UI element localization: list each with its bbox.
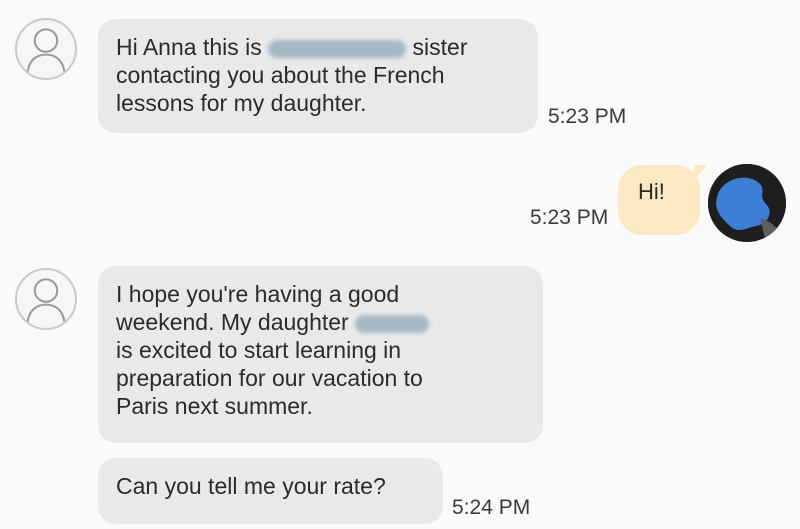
message-thread: Hi Anna this is sister contacting you ab… [0,0,800,529]
message-text: Hi! [638,179,665,204]
incoming-message-bubble[interactable]: I hope you're having a good weekend. My … [98,266,543,443]
message-line: Hi Anna this is sister [116,34,468,60]
incoming-message-bubble[interactable]: Hi Anna this is sister contacting you ab… [98,19,538,133]
contact-avatar-icon[interactable] [15,268,77,330]
message-timestamp: 5:23 PM [548,105,627,128]
message-text: Can you tell me your rate? [116,473,386,499]
my-avatar[interactable] [708,164,786,242]
profile-photo-icon [708,164,786,242]
redaction-blur [355,314,430,333]
message-line: I hope you're having a good [116,281,400,307]
incoming-message-bubble[interactable]: Can you tell me your rate? [98,458,443,524]
message-timestamp: 5:24 PM [452,496,531,519]
redaction-blur [268,39,407,58]
message-timestamp: 5:23 PM [530,206,609,229]
contact-avatar-icon[interactable] [15,18,77,80]
message-line: weekend. My daughter [116,308,525,336]
message-line: is excited to start learning in [116,337,402,363]
message-line: preparation for our vacation to [116,365,423,391]
message-line: Paris next summer. [116,393,313,419]
message-line: lessons for my daughter. [116,90,367,116]
message-line: contacting you about the French [116,62,445,88]
outgoing-message-bubble[interactable]: Hi! [618,165,708,235]
